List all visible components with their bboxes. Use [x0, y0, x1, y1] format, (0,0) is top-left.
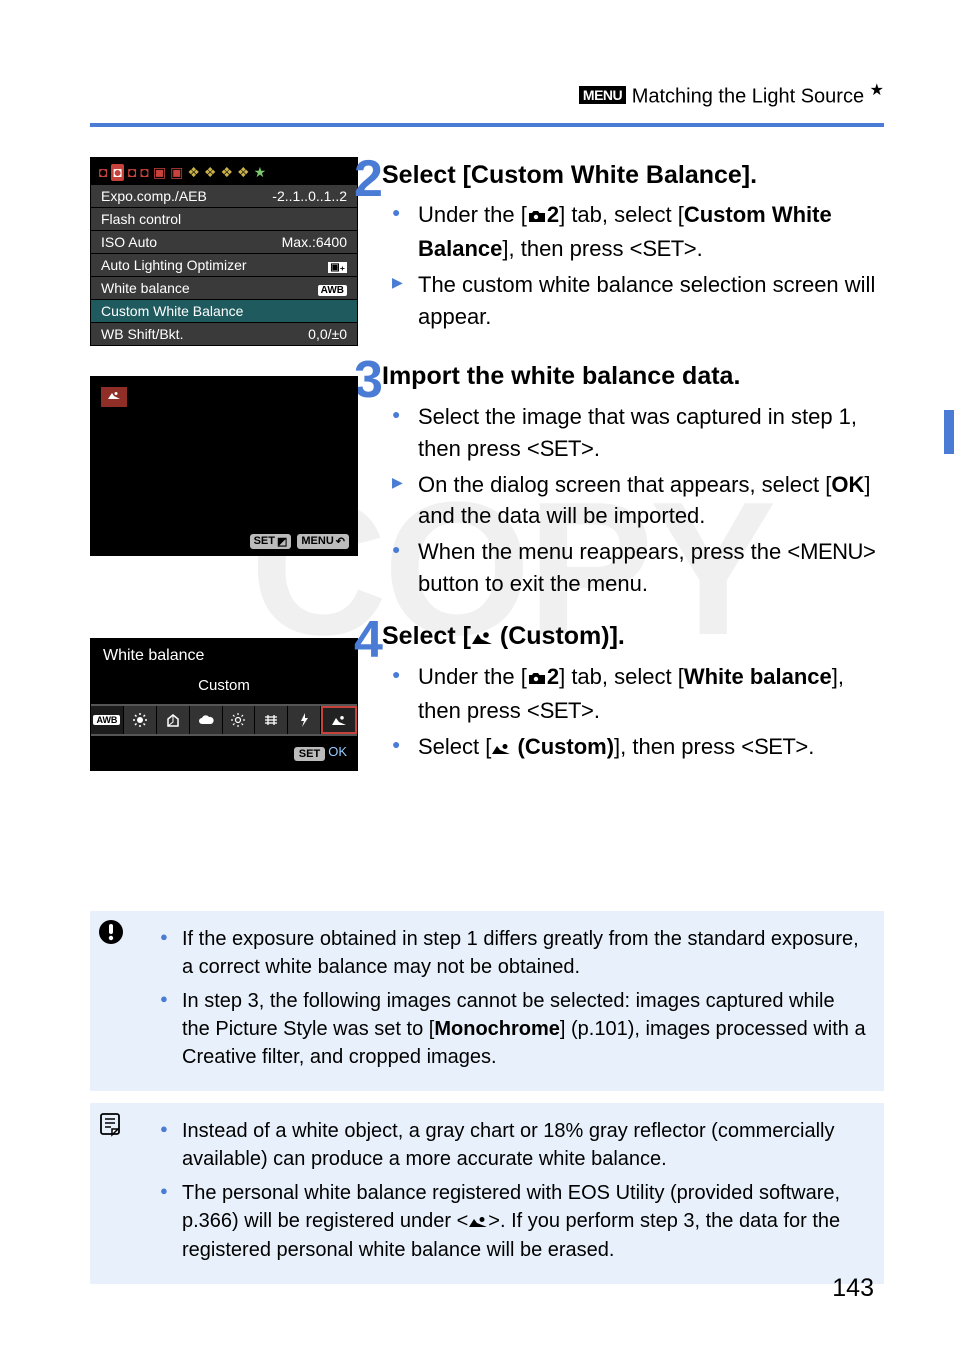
page-container: MENU Matching the Light Source ★ ◘ ◘ ◘ ◘…: [0, 0, 954, 1324]
menu-label: ISO Auto: [101, 234, 157, 250]
tab-icon: ◘: [140, 164, 148, 181]
menu-row: WB Shift/Bkt. 0,0/±0: [91, 322, 357, 345]
tab-icon: ▣: [153, 164, 166, 181]
step-bullet: Select [ (Custom)], then press <SET>.: [382, 731, 884, 764]
menu-badge: MENU: [579, 86, 626, 104]
wb-option-custom-selected: [321, 706, 357, 734]
tab-icon-selected: ◘: [111, 164, 123, 181]
wb-option-fluorescent: [255, 706, 288, 734]
wb-option-awb: AWB: [91, 706, 124, 734]
set-badge: SET: [294, 747, 325, 761]
ok-label: OK: [328, 744, 347, 759]
set-badge: SET◩: [250, 534, 292, 549]
wb-option-cloudy: [190, 706, 223, 734]
menu-row-selected: Custom White Balance: [91, 299, 357, 322]
page-header: MENU Matching the Light Source ★: [90, 80, 884, 119]
info-note-icon: [98, 1111, 122, 1145]
header-star-icon: ★: [870, 82, 884, 99]
right-column: 2 Select [Custom White Balance]. Under t…: [382, 157, 884, 801]
step-2: 2 Select [Custom White Balance]. Under t…: [382, 157, 884, 337]
custom-wb-icon: [468, 1208, 488, 1236]
side-tab-marker: [944, 410, 954, 454]
wb-option-bar: AWB: [91, 704, 357, 736]
camera-icon: [527, 201, 547, 233]
wb-title: White balance: [91, 639, 357, 671]
step-title: Import the white balance data.: [382, 358, 884, 394]
tab-icon: ◘: [128, 164, 136, 181]
step-bullet: On the dialog screen that appears, selec…: [382, 469, 884, 533]
menu-value: -2..1..0..1..2: [272, 188, 347, 204]
menu-label: WB Shift/Bkt.: [101, 326, 183, 342]
tab-icon: ❖: [204, 164, 217, 181]
step-3: 3 Import the white balance data. Select …: [382, 358, 884, 604]
step-title: Select [Custom White Balance].: [382, 157, 884, 193]
menu-label: Custom White Balance: [101, 303, 243, 319]
step-bullet: Under the [2] tab, select [Custom White …: [382, 199, 884, 265]
menu-label: Flash control: [101, 211, 181, 227]
header-title: Matching the Light Source: [632, 86, 864, 108]
warning-icon: [98, 919, 124, 953]
step-number: 2: [354, 157, 382, 337]
note-item: If the exposure obtained in step 1 diffe…: [160, 925, 866, 981]
info-note-box: Instead of a white object, a gray chart …: [90, 1103, 884, 1284]
menu-back-badge: MENU↶: [297, 534, 349, 549]
menu-value: 0,0/±0: [308, 326, 347, 342]
alo-icon: ▣₊: [328, 262, 347, 273]
step-bullet: The custom white balance selection scree…: [382, 269, 884, 333]
menu-row: Auto Lighting Optimizer ▣₊: [91, 253, 357, 276]
step-number: 4: [354, 618, 382, 768]
menu-tabs: ◘ ◘ ◘ ◘ ▣ ▣ ❖ ❖ ❖ ❖ ★: [91, 158, 357, 184]
warning-note-box: If the exposure obtained in step 1 diffe…: [90, 911, 884, 1091]
step-bullet: When the menu reappears, press the <MENU…: [382, 536, 884, 600]
menu-row: Expo.comp./AEB -2..1..0..1..2: [91, 184, 357, 207]
tab-icon: ◘: [99, 164, 107, 181]
page-number: 143: [832, 1274, 874, 1303]
custom-wb-icon: [491, 732, 511, 764]
wb-option-daylight: [124, 706, 157, 734]
thumbnail: [101, 387, 127, 407]
camera-icon: [527, 663, 547, 695]
menu-row: ISO Auto Max.:6400: [91, 230, 357, 253]
tab-icon: ★: [254, 164, 267, 181]
custom-wb-icon: [107, 390, 121, 403]
note-item: In step 3, the following images cannot b…: [160, 987, 866, 1071]
note-item: The personal white balance registered wi…: [160, 1179, 866, 1264]
tab-icon: ❖: [237, 164, 250, 181]
left-column: ◘ ◘ ◘ ◘ ▣ ▣ ❖ ❖ ❖ ❖ ★ Expo.comp./AEB -2..…: [90, 157, 360, 801]
menu-row: Flash control: [91, 207, 357, 230]
tab-icon: ▣: [170, 164, 183, 181]
menu-label: White balance: [101, 280, 190, 296]
custom-wb-icon: [471, 619, 493, 655]
step-number: 3: [354, 358, 382, 604]
menu-row: White balance AWB: [91, 276, 357, 299]
screenshot-footer: SET◩ MENU↶: [250, 534, 349, 549]
menu-value: Max.:6400: [282, 234, 347, 250]
wb-option-flash: [288, 706, 321, 734]
wb-footer: SETOK: [91, 736, 357, 770]
menu-label: Expo.comp./AEB: [101, 188, 207, 204]
awb-badge: AWB: [318, 285, 347, 296]
note-item: Instead of a white object, a gray chart …: [160, 1117, 866, 1173]
wb-subtitle: Custom: [91, 671, 357, 704]
camera-import-screenshot: SET◩ MENU↶: [90, 376, 358, 556]
wb-option-shade: [157, 706, 190, 734]
tab-icon: ❖: [220, 164, 233, 181]
camera-menu-screenshot-1: ◘ ◘ ◘ ◘ ▣ ▣ ❖ ❖ ❖ ❖ ★ Expo.comp./AEB -2..…: [90, 157, 358, 346]
white-balance-select-screenshot: White balance Custom AWB SETOK: [90, 638, 358, 771]
wb-option-tungsten: [223, 706, 256, 734]
menu-label: Auto Lighting Optimizer: [101, 257, 247, 273]
step-4: 4 Select [ (Custom)]. Under the [2] tab,…: [382, 618, 884, 768]
header-rule: [90, 123, 884, 127]
tab-icon: ❖: [187, 164, 200, 181]
step-bullet: Under the [2] tab, select [White balance…: [382, 661, 884, 727]
step-bullet: Select the image that was captured in st…: [382, 401, 884, 465]
step-title: Select [ (Custom)].: [382, 618, 884, 655]
